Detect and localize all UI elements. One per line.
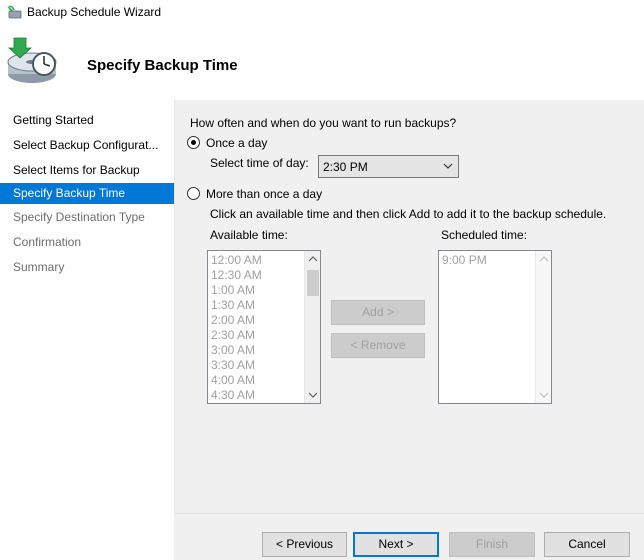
- backup-clock-icon: [7, 37, 57, 83]
- list-item[interactable]: 2:30 AM: [211, 328, 255, 343]
- wizard-steps-sidebar: Getting Started Select Backup Configurat…: [0, 100, 174, 560]
- scheduled-time-label: Scheduled time:: [441, 228, 528, 242]
- once-a-day-label[interactable]: Once a day: [206, 136, 267, 150]
- step-select-items-for-backup[interactable]: Select Items for Backup: [0, 160, 174, 181]
- step-specify-backup-time[interactable]: Specify Backup Time: [0, 183, 174, 204]
- list-item[interactable]: 12:00 AM: [211, 253, 262, 268]
- time-of-day-value: 2:30 PM: [323, 160, 368, 174]
- scroll-up-icon[interactable]: [308, 255, 318, 263]
- more-than-once-label[interactable]: More than once a day: [206, 187, 322, 201]
- time-of-day-dropdown[interactable]: 2:30 PM: [318, 155, 459, 178]
- scheduled-time-list[interactable]: 9:00 PM: [438, 250, 552, 404]
- list-item[interactable]: 1:00 AM: [211, 283, 255, 298]
- available-time-list[interactable]: 12:00 AM 12:30 AM 1:00 AM 1:30 AM 2:00 A…: [207, 250, 321, 404]
- step-select-backup-configuration[interactable]: Select Backup Configurat...: [0, 135, 174, 156]
- remove-button[interactable]: < Remove: [331, 333, 425, 358]
- list-item[interactable]: 2:00 AM: [211, 313, 255, 328]
- scroll-thumb[interactable]: [307, 270, 319, 296]
- list-item[interactable]: 4:30 AM: [211, 388, 255, 403]
- available-list-scrollbar[interactable]: [304, 251, 320, 403]
- next-button[interactable]: Next >: [353, 532, 439, 557]
- list-item[interactable]: 4:00 AM: [211, 373, 255, 388]
- list-item[interactable]: 3:30 AM: [211, 358, 255, 373]
- scroll-down-icon[interactable]: [308, 391, 318, 399]
- list-item[interactable]: 1:30 AM: [211, 298, 255, 313]
- scheduled-list-scrollbar: [535, 251, 551, 403]
- chevron-down-icon: [443, 163, 453, 169]
- radio-selected-dot: [191, 140, 196, 145]
- step-getting-started[interactable]: Getting Started: [0, 110, 174, 131]
- page-title: Specify Backup Time: [87, 57, 238, 74]
- instructions-text: Click an available time and then click A…: [210, 207, 607, 221]
- title-bar: Backup Schedule Wizard: [0, 0, 644, 24]
- previous-button[interactable]: < Previous: [262, 532, 347, 557]
- step-confirmation: Confirmation: [13, 235, 82, 249]
- once-a-day-radio[interactable]: [187, 136, 200, 149]
- cancel-button[interactable]: Cancel: [544, 532, 630, 557]
- more-than-once-radio[interactable]: [187, 187, 200, 200]
- step-summary: Summary: [13, 260, 65, 274]
- backup-app-icon: [7, 5, 22, 19]
- select-time-label: Select time of day:: [210, 156, 309, 170]
- window-title: Backup Schedule Wizard: [27, 5, 162, 19]
- step-specify-destination-type: Specify Destination Type: [13, 210, 145, 224]
- scroll-up-icon: [539, 256, 549, 262]
- available-time-label: Available time:: [210, 228, 288, 242]
- scroll-down-icon: [539, 392, 549, 398]
- list-item[interactable]: 9:00 PM: [442, 253, 487, 268]
- list-item[interactable]: 3:00 AM: [211, 343, 255, 358]
- list-item[interactable]: 12:30 AM: [211, 268, 262, 283]
- add-button[interactable]: Add >: [331, 300, 425, 325]
- frequency-question: How often and when do you want to run ba…: [190, 116, 457, 130]
- finish-button[interactable]: Finish: [449, 532, 535, 557]
- wizard-header: Specify Backup Time: [0, 24, 644, 100]
